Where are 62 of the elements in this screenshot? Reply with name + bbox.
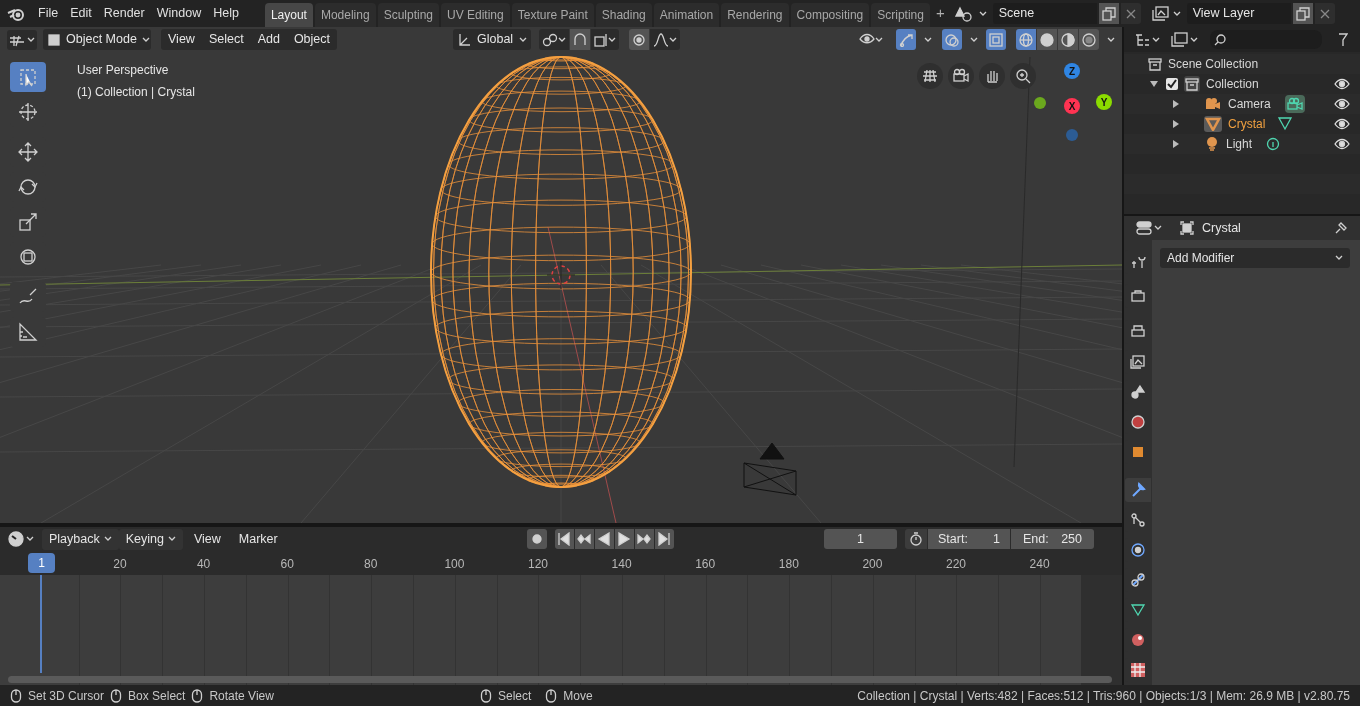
workspace-tab[interactable]: UV Editing [441, 3, 510, 27]
frame-number: 220 [945, 556, 967, 573]
viewport-info-text: (1) Collection | Crystal [77, 84, 195, 101]
axis-handle[interactable]: X [1064, 98, 1080, 114]
frame-number: 180 [777, 556, 800, 573]
status-hint: Select [498, 687, 532, 705]
menu-item[interactable]: Select [201, 29, 251, 50]
view-layer-field[interactable]: View Layer [1186, 3, 1291, 24]
scene-statistics: Collection | Crystal | Verts:482 | Faces:512 | Tris:960 | Objects:1/3 | Mem: 26.9 MB | v2.80.75 [857, 687, 1350, 705]
frame-number: 100 [443, 556, 466, 573]
frame-number: 80 [363, 556, 379, 573]
add-workspace-button[interactable]: + [931, 2, 949, 25]
scene-field[interactable]: Scene [992, 3, 1097, 24]
frame-number: 200 [861, 556, 884, 573]
status-hint: Move [563, 687, 593, 705]
menu-item[interactable]: Marker [231, 529, 285, 549]
current-frame-field[interactable]: 1 [824, 529, 897, 549]
axis-handle[interactable]: Z [1064, 63, 1080, 79]
frame-number: 20 [112, 556, 128, 573]
workspace-tab[interactable]: Shading [595, 3, 652, 27]
playhead[interactable]: 1 [28, 553, 55, 573]
menu-dropdown[interactable]: Playback [42, 528, 119, 550]
status-hint: Rotate View [209, 687, 274, 705]
menu-item[interactable]: Add [250, 29, 287, 50]
outliner-item[interactable]: Collection [1206, 75, 1259, 93]
workspace-tab[interactable]: Rendering [721, 3, 789, 27]
menu-item[interactable]: Render [97, 4, 151, 23]
workspace-tab[interactable]: Scripting [871, 3, 930, 27]
frame-number: 240 [1028, 556, 1051, 573]
frame-number: 40 [195, 556, 212, 573]
workspace-tab[interactable]: Modeling [314, 3, 376, 27]
workspace-tab[interactable]: Texture Paint [511, 3, 594, 27]
workspace-tab[interactable]: Sculpting [377, 3, 439, 27]
mode-dropdown[interactable]: Object Mode [43, 29, 151, 50]
viewport-info-text: User Perspective [77, 62, 170, 79]
menu-item[interactable]: Window [150, 4, 208, 23]
frame-number: 160 [694, 556, 717, 573]
workspace-tab[interactable]: Layout [264, 3, 313, 27]
add-modifier-dropdown[interactable]: Add Modifier [1160, 248, 1350, 268]
workspace-tab[interactable]: Animation [653, 3, 720, 27]
menu-item[interactable]: Object [286, 29, 337, 50]
menu-item[interactable]: View [186, 529, 228, 549]
frame-number: 60 [279, 556, 295, 573]
menu-item[interactable]: Edit [64, 4, 98, 23]
frame-number: 120 [527, 556, 549, 573]
status-hint: Set 3D Cursor [28, 687, 105, 705]
orientation-dropdown[interactable]: Global [453, 29, 531, 50]
outliner-item[interactable]: Camera [1228, 95, 1271, 113]
menu-item[interactable]: File [32, 4, 65, 23]
object-name: Crystal [1202, 219, 1241, 237]
outliner-item[interactable]: Crystal [1228, 115, 1266, 133]
start-frame-field[interactable]: Start: 1 [928, 529, 1010, 549]
menu-dropdown[interactable]: Keying [118, 528, 183, 550]
workspace-tab[interactable]: Compositing [790, 3, 870, 27]
menu-item[interactable]: View [161, 29, 202, 50]
menu-item[interactable]: Help [207, 4, 245, 23]
status-hint: Box Select [128, 687, 186, 705]
outliner-item[interactable]: Scene Collection [1168, 55, 1259, 73]
axis-handle[interactable]: Y [1096, 94, 1112, 110]
frame-number: 140 [610, 556, 633, 573]
outliner-item[interactable]: Light [1226, 135, 1253, 153]
end-frame-field[interactable]: End: 250 [1011, 529, 1094, 549]
